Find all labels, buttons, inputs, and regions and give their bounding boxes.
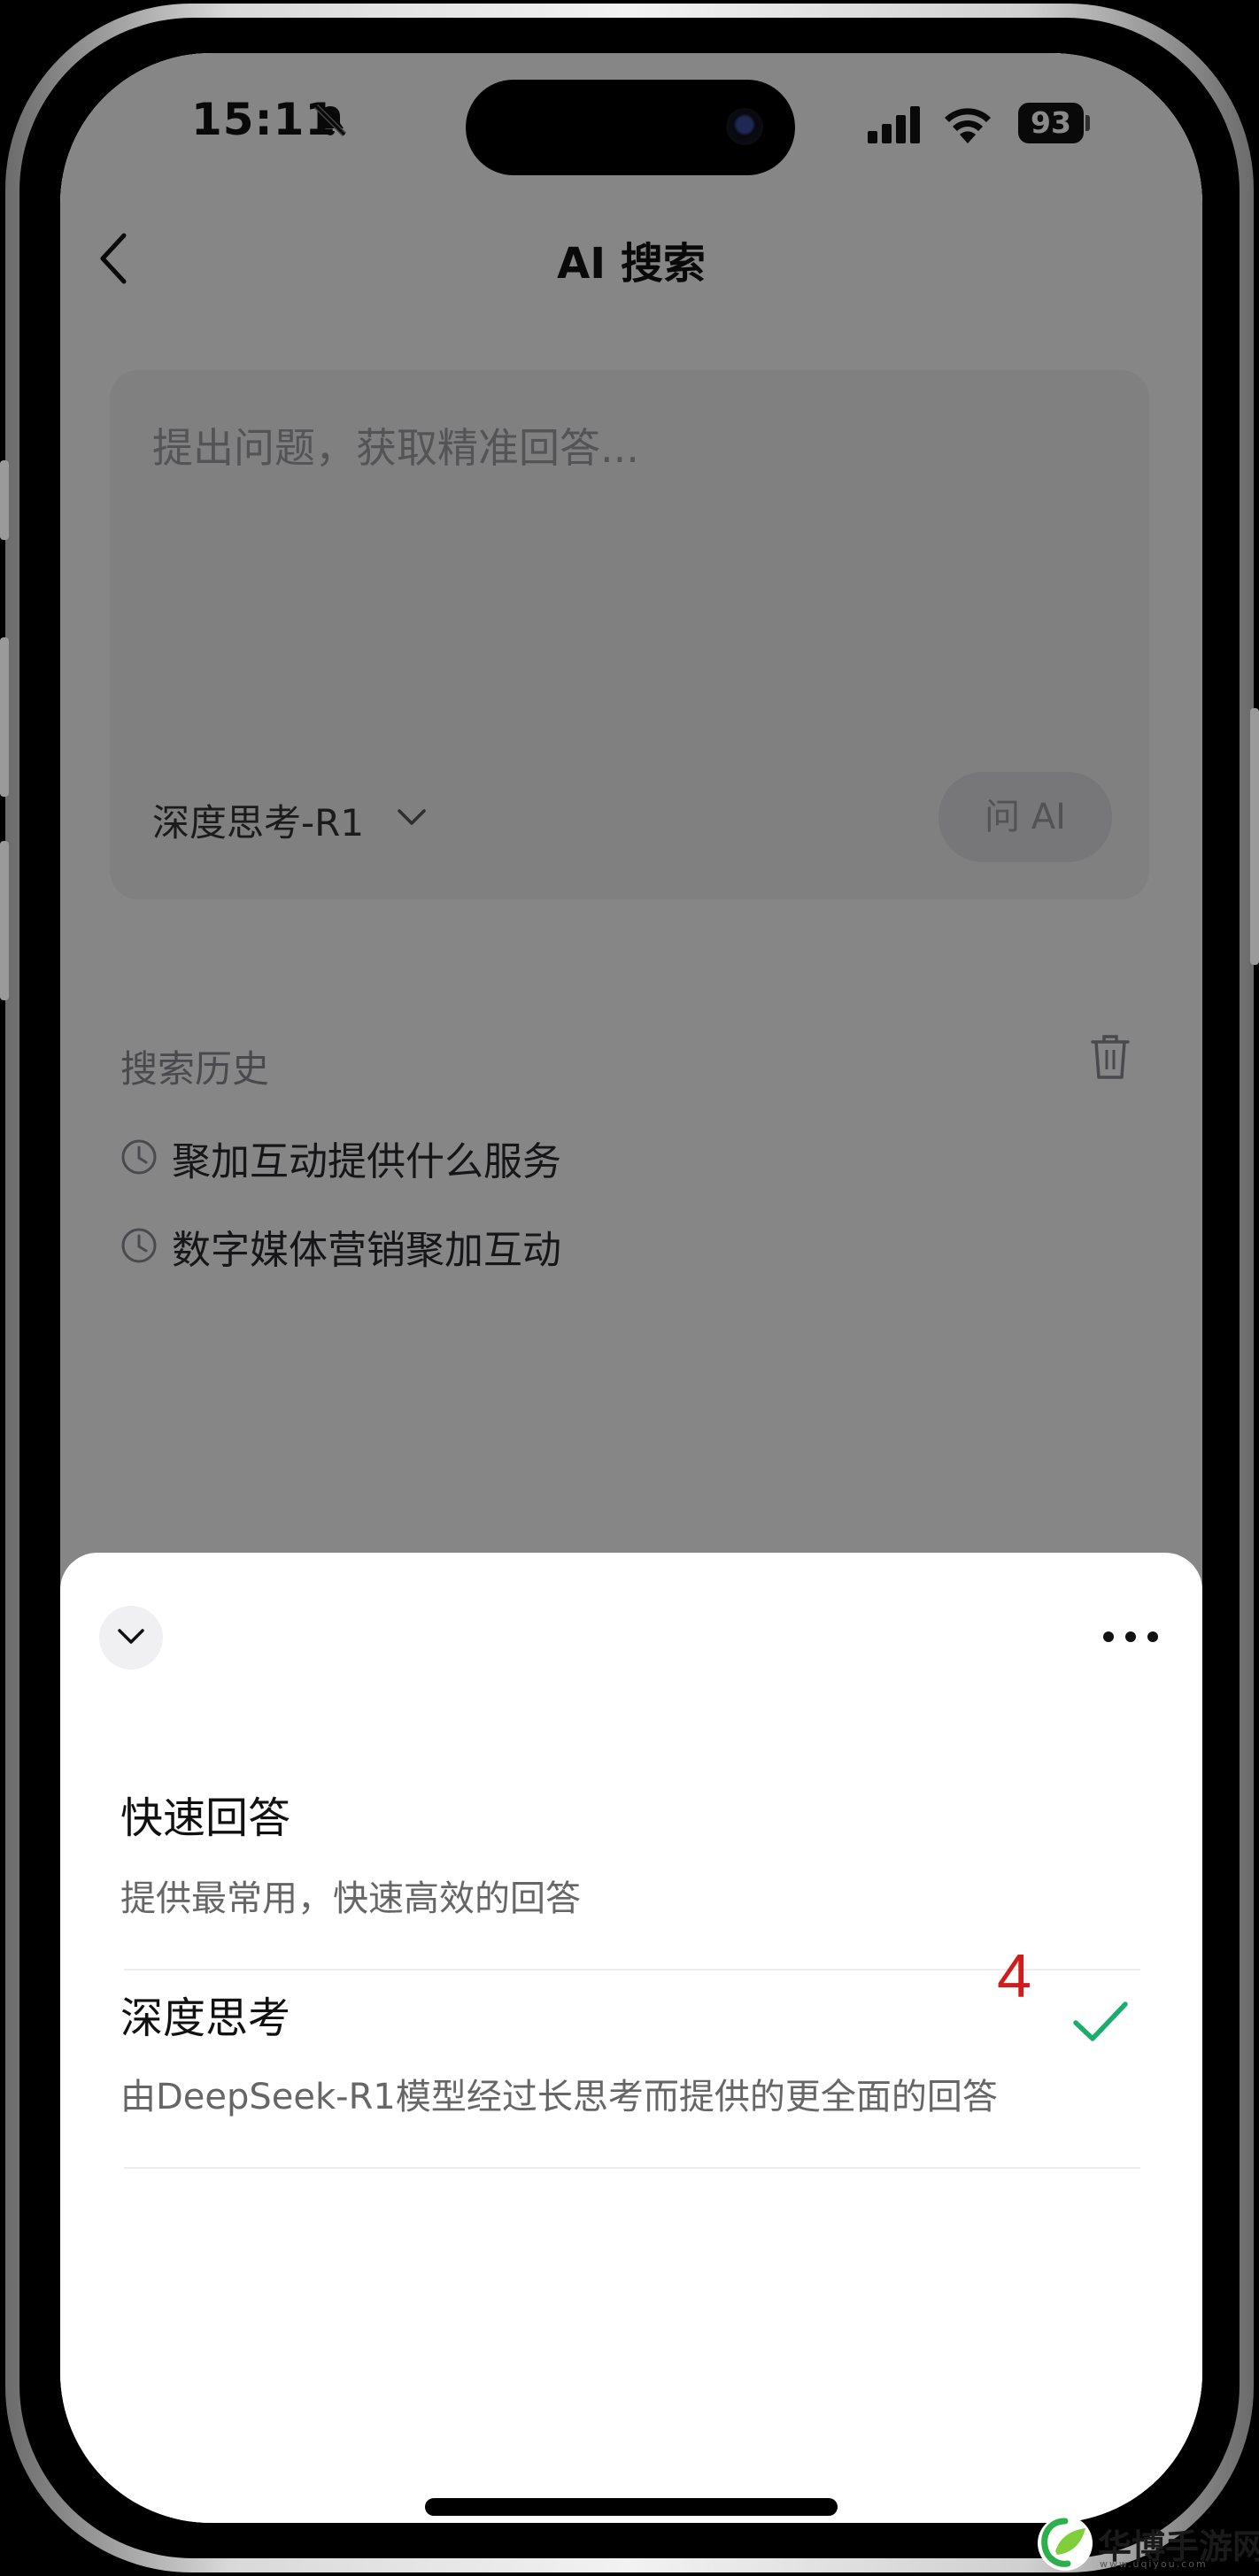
more-icon[interactable] [1101, 1625, 1160, 1648]
volume-up-button [0, 637, 9, 797]
option-deep-think-title[interactable]: 深度思考 [120, 1983, 290, 2045]
option-quick-answer-title[interactable]: 快速回答 [120, 1783, 290, 1845]
collapse-button[interactable] [99, 1606, 163, 1670]
option-deep-think-desc: 由DeepSeek-R1模型经过长思考而提供的更全面的回答 [120, 2077, 998, 2117]
divider [124, 2167, 1140, 2169]
mute-switch [0, 460, 9, 540]
option-quick-answer-desc: 提供最常用，快速高效的回答 [120, 1878, 581, 1919]
watermark-url: www.uqiyou.com [1100, 2558, 1208, 2570]
home-indicator[interactable] [425, 2498, 838, 2516]
power-button [1250, 708, 1259, 965]
chevron-down-icon [118, 1629, 144, 1644]
check-icon [1073, 2001, 1128, 2041]
divider [124, 1969, 1140, 1971]
screen: 15:11 93 AI 搜索 提出问题，获取精准回答... 深度思考-R1 问 … [60, 53, 1202, 2523]
watermark-logo-icon [1038, 2516, 1093, 2571]
volume-down-button [0, 841, 9, 1000]
annotation-number: 4 [997, 1941, 1031, 2010]
